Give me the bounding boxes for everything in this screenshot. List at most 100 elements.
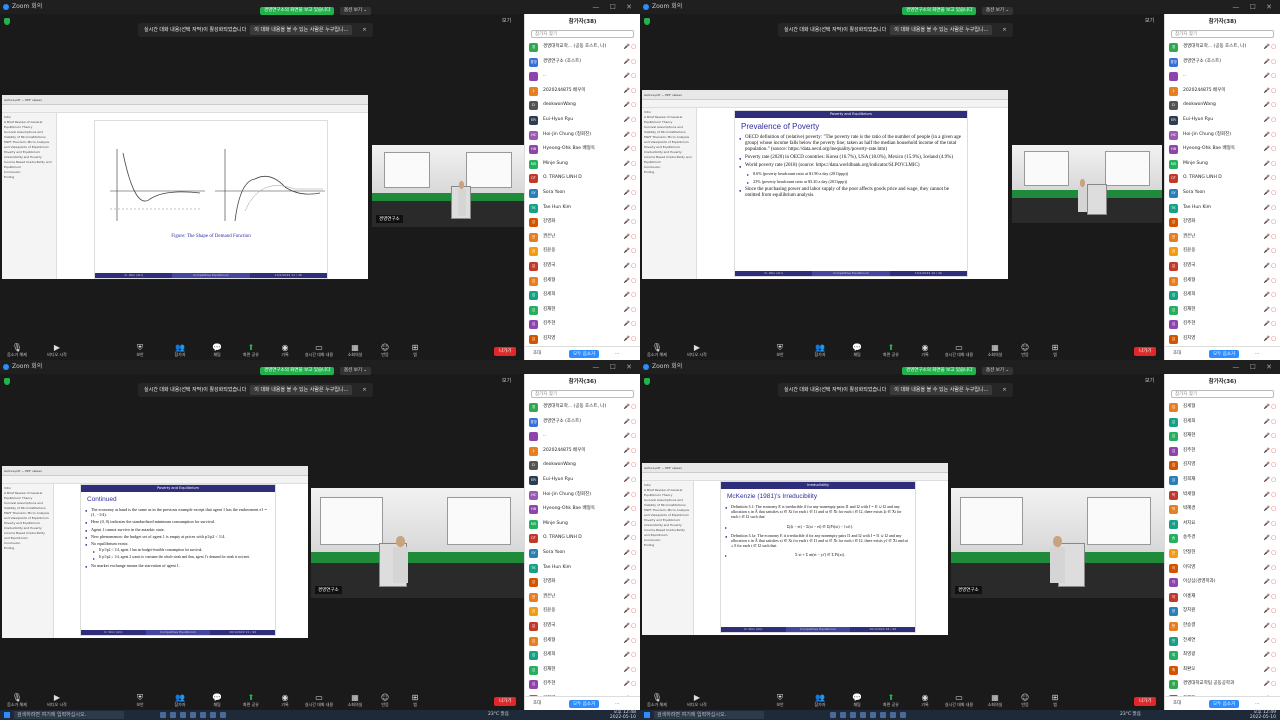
more-button[interactable]: ...: [615, 350, 620, 356]
participant-row[interactable]: 강 강영화 🎤̸ ▢: [525, 575, 640, 590]
participant-row[interactable]: 김 김세형 🎤̸ ▢: [1165, 274, 1280, 289]
participant-row[interactable]: 강 강영화 🎤̸ ▢: [1165, 215, 1280, 230]
outline-item[interactable]: Income Based Irreducibility and Equilibr…: [644, 155, 694, 165]
participant-row[interactable]: 서 서지요 🎤̸ ▢: [1165, 517, 1280, 532]
participant-row[interactable]: 한 한승결 🎤̸ ▢: [1165, 619, 1280, 634]
participant-row[interactable]: 안 안정현 🎤̸ ▢: [1165, 546, 1280, 561]
record-button[interactable]: ◉ 기록: [270, 693, 300, 708]
share-screen-button[interactable]: ⬆ 화면 공유: [876, 693, 906, 708]
share-screen-button[interactable]: ⬆ 화면 공유: [236, 693, 266, 708]
participants-search-input[interactable]: 참가자 찾기: [1171, 390, 1274, 398]
video-button[interactable]: ▶ 비디오 시작: [42, 693, 72, 708]
chat-button[interactable]: 💬 채팅: [842, 343, 872, 358]
participant-row[interactable]: ER Eui-Hyun Ryu 🎤̸ ▢: [525, 113, 640, 128]
participant-row[interactable]: OT O. TRANG LINH D 🎤̸ ▢: [525, 531, 640, 546]
outline-item[interactable]: A Brief Review of General Equilibrium Th…: [644, 488, 691, 498]
participant-row[interactable]: 이 이상심(경영학과) 🎤̸ ▢: [1165, 575, 1280, 590]
invite-button[interactable]: 초대: [533, 700, 541, 706]
record-button[interactable]: ◉ 기록: [270, 343, 300, 358]
participant-row[interactable]: HB Hyeong-Ohk Bae 배형옥 🎤̸ ▢: [525, 142, 640, 157]
participant-row[interactable]: ER Eui-Hyun Ryu 🎤̸ ▢: [1165, 113, 1280, 128]
participant-row[interactable]: HC Hoi-Jin Chung (정회진) 🎤̸ ▢: [525, 488, 640, 503]
participant-row[interactable]: 김 김재현 🎤̸ ▢: [1165, 429, 1280, 444]
participant-row[interactable]: TK Tae Hun Kim 🎤̸ ▢: [525, 201, 640, 216]
participant-row[interactable]: HB Hyeong-Ohk Bae 배형옥 🎤̸ ▢: [525, 502, 640, 517]
participant-row[interactable]: TK Tae Hun Kim 🎤̸ ▢: [1165, 201, 1280, 216]
participant-row[interactable]: 권 권은난 🎤̸ ▢: [525, 590, 640, 605]
view-button[interactable]: 보기: [1145, 377, 1154, 384]
reactions-button[interactable]: ☺ 반응: [1010, 693, 1040, 708]
participant-row[interactable]: 최 최영광 🎤̸ ▢: [1165, 648, 1280, 663]
security-button[interactable]: ⛨ 보안: [765, 343, 795, 358]
weather-widget[interactable]: 23°C 맑음: [1120, 710, 1141, 720]
live-transcript-button[interactable]: ▭ 실시간 대화 내용: [304, 693, 334, 708]
outline-item[interactable]: A Brief Review of General Equilibrium Th…: [644, 115, 694, 125]
outline-item[interactable]: A Brief Review of General Equilibrium Th…: [4, 120, 54, 130]
participant-row[interactable]: 김 김재현 🎤̸ ▢: [525, 303, 640, 318]
mute-button[interactable]: 🎙 음소거 해제: [2, 693, 32, 708]
participant-row[interactable]: OT O. TRANG LINH D 🎤̸ ▢: [1165, 171, 1280, 186]
leave-button[interactable]: 나가기: [1134, 697, 1157, 706]
outline-item[interactable]: MWT Theorem; Micro Analysis and Viewpoin…: [644, 508, 691, 518]
security-button[interactable]: ⛨ 보안: [125, 693, 155, 708]
video-button[interactable]: ▶ 비디오 시작: [682, 343, 712, 358]
outline-item[interactable]: A Brief Review of General Equilibrium Th…: [4, 491, 51, 501]
participant-row[interactable]: DdeokwonWang 🎤̸ ▢: [525, 458, 640, 473]
participant-row[interactable]: 김 김세형 🎤̸ ▢: [525, 274, 640, 289]
breakout-button[interactable]: ▦ 소회의실: [980, 343, 1010, 358]
mute-all-button[interactable]: 모두 음소거: [1209, 700, 1240, 708]
participant-row[interactable]: HB Hyeong-Ohk Bae 배형옥 🎤̸ ▢: [1165, 142, 1280, 157]
view-button[interactable]: 보기: [502, 17, 511, 24]
participant-row[interactable]: 김 김세형 🎤̸ ▢: [525, 634, 640, 649]
participant-row[interactable]: .. 🎤̸ ▢: [1165, 69, 1280, 84]
participant-row[interactable]: 김 김재현 🎤̸ ▢: [525, 663, 640, 678]
participant-row[interactable]: 장 장지원 🎤̸ ▢: [1165, 604, 1280, 619]
reactions-button[interactable]: ☺ 반응: [1010, 343, 1040, 358]
outline-item[interactable]: Survival Assumptions and Viability of Mi…: [644, 125, 694, 135]
participants-search-input[interactable]: 참가자 찾기: [1171, 30, 1274, 38]
caption-who-button[interactable]: 이 대화 내용을 볼 수 있는 사람은 누구입니...: [890, 25, 993, 35]
participant-row[interactable]: .. 🎤̸ ▢: [525, 429, 640, 444]
outline-item[interactable]: Ending: [4, 546, 51, 551]
participant-row[interactable]: 김 김윤웅 🎤̸ ▢: [1165, 244, 1280, 259]
mute-button[interactable]: 🎙 음소거 해제: [642, 693, 672, 708]
participant-row[interactable]: 경 경영대학교학... (공동 호스트, 나) 🎤̸ ▢: [525, 40, 640, 55]
participant-row[interactable]: 경영 경영연구소 (호스트) 🎤̸ ▢: [525, 415, 640, 430]
leave-button[interactable]: 나가기: [1134, 347, 1157, 356]
view-options-button[interactable]: 옵션 보기 ⌄: [982, 7, 1014, 15]
taskbar-apps[interactable]: [160, 712, 226, 718]
participant-row[interactable]: DdeokwonWang 🎤̸ ▢: [1165, 98, 1280, 113]
window-controls[interactable]: — ☐ ✕: [592, 0, 636, 14]
participant-row[interactable]: 김 김세희 🎤̸ ▢: [1165, 288, 1280, 303]
participant-row[interactable]: HC Hoi-Jin Chung (정회진) 🎤̸ ▢: [525, 128, 640, 143]
participant-row[interactable]: 최 최환오 🎤̸ ▢: [1165, 663, 1280, 678]
participant-row[interactable]: 김 김지영 🎤̸ ▢: [525, 332, 640, 347]
participant-row[interactable]: 경영 경영연구소 (호스트) 🎤̸ ▢: [1165, 55, 1280, 70]
invite-button[interactable]: 초대: [533, 350, 541, 356]
participant-row[interactable]: 김 김세희 🎤̸ ▢: [525, 648, 640, 663]
weather-widget[interactable]: 23°C 맑음: [488, 710, 509, 720]
breakout-button[interactable]: ▦ 소회의실: [340, 693, 370, 708]
participant-row[interactable]: 김 김지영 🎤̸ ▢: [1165, 458, 1280, 473]
participant-row[interactable]: 김 김세형 🎤̸ ▢: [1165, 400, 1280, 415]
participant-row[interactable]: 경 경영대학교학... (공동 호스트, 나) 🎤̸ ▢: [1165, 40, 1280, 55]
caption-who-button[interactable]: 이 대화 내용을 볼 수 있는 사람은 누구입니...: [250, 25, 353, 35]
view-button[interactable]: 보기: [1145, 17, 1154, 24]
security-button[interactable]: ⛨ 보안: [765, 693, 795, 708]
outline-item[interactable]: Ending: [644, 543, 691, 548]
participant-row[interactable]: 경 경영대학교학팀 공동공학과 🎤̸ ▢: [1165, 677, 1280, 692]
share-screen-button[interactable]: ⬆ 화면 공유: [236, 343, 266, 358]
share-screen-button[interactable]: ⬆ 화면 공유: [876, 343, 906, 358]
participant-row[interactable]: SY Sora Yoon 🎤̸ ▢: [1165, 186, 1280, 201]
participant-row[interactable]: 김 김영국 🎤̸ ▢: [525, 619, 640, 634]
participant-row[interactable]: HC Hoi-Jin Chung (정회진) 🎤̸ ▢: [1165, 128, 1280, 143]
outline-item[interactable]: MWT Theorem; Micro Analysis and Viewpoin…: [4, 511, 51, 521]
leave-button[interactable]: 나가기: [494, 347, 517, 356]
participant-row[interactable]: 권 권은난 🎤̸ ▢: [525, 230, 640, 245]
live-transcript-button[interactable]: ▭ 실시간 대화 내용: [944, 693, 974, 708]
participant-row[interactable]: SY Sora Yoon 🎤̸ ▢: [525, 546, 640, 561]
close-icon[interactable]: ×: [362, 27, 366, 33]
participant-row[interactable]: 김 김윤웅 🎤̸ ▢: [525, 244, 640, 259]
view-options-button[interactable]: 옵션 보기 ⌄: [982, 367, 1014, 375]
outline-item[interactable]: MWT Theorem; Micro Analysis and Viewpoin…: [4, 140, 54, 150]
